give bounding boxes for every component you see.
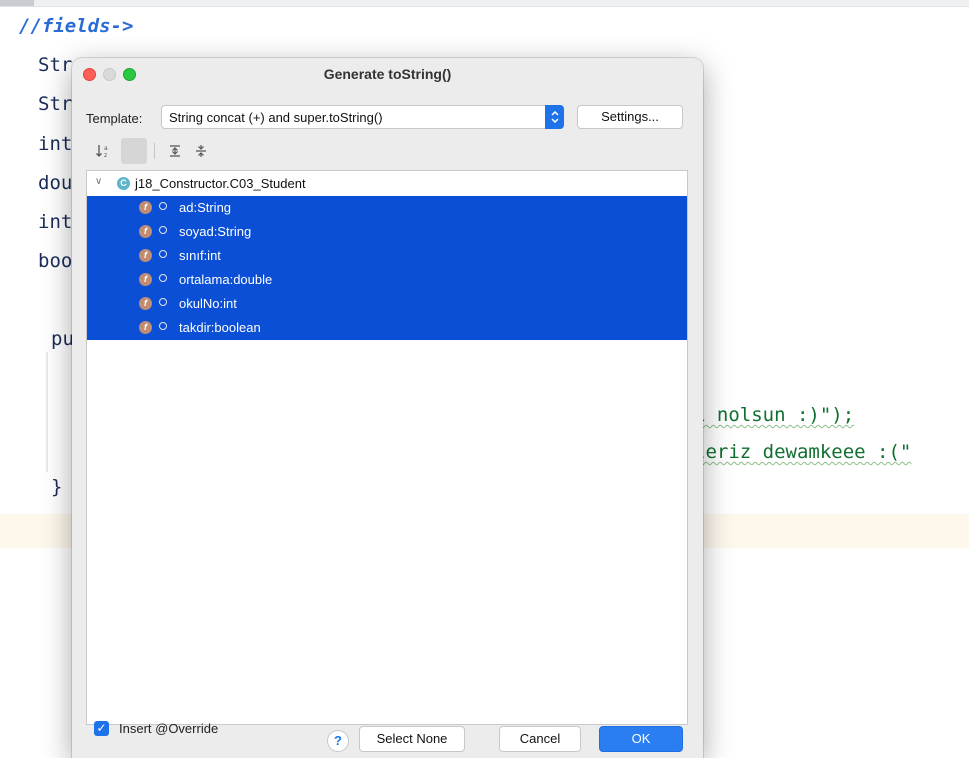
package-private-visibility-icon xyxy=(159,274,167,282)
field-icon: f xyxy=(139,201,152,214)
insert-override-label: Insert @Override xyxy=(119,721,219,736)
code-line-5: int xyxy=(38,211,73,233)
generate-tostring-dialog: Generate toString() Template: String con… xyxy=(72,58,703,758)
collapse-all-icon[interactable] xyxy=(188,138,214,164)
tree-field-row[interactable]: f takdir:boolean xyxy=(87,316,687,340)
dialog-titlebar[interactable]: Generate toString() xyxy=(72,58,703,90)
field-icon: f xyxy=(139,297,152,310)
field-label: okulNo:int xyxy=(179,296,237,311)
code-line-8: } xyxy=(51,476,63,498)
tree-field-row[interactable]: f ortalama:double xyxy=(87,268,687,292)
field-label: ad:String xyxy=(179,200,232,215)
field-icon: f xyxy=(139,273,152,286)
template-label: Template: xyxy=(86,111,143,126)
tree-class-node[interactable]: ∨ C j18_Constructor.C03_Student xyxy=(87,172,687,196)
insert-override-checkbox[interactable]: ✓ xyxy=(94,721,109,736)
package-private-visibility-icon xyxy=(159,298,167,306)
code-line-3: int xyxy=(38,133,73,155)
field-label: sınıf:int xyxy=(179,248,221,263)
chevron-down-icon[interactable]: ∨ xyxy=(95,176,102,187)
editor-tab-marker xyxy=(0,0,34,6)
template-dropdown-value: String concat (+) and super.toString() xyxy=(169,110,383,125)
package-private-visibility-icon xyxy=(159,322,167,330)
members-tree[interactable]: ∨ C j18_Constructor.C03_Student f ad:Stri… xyxy=(86,170,688,725)
sort-alphabetically-icon[interactable]: az xyxy=(90,138,116,164)
package-private-visibility-icon xyxy=(159,250,167,258)
dialog-title: Generate toString() xyxy=(323,66,452,82)
indent-guide xyxy=(46,352,48,472)
show-classes-icon[interactable] xyxy=(121,138,147,164)
cancel-button[interactable]: Cancel xyxy=(499,726,581,752)
code-string-1: ı nolsun :)"); xyxy=(694,404,855,426)
package-private-visibility-icon xyxy=(159,202,167,210)
select-none-button[interactable]: Select None xyxy=(359,726,465,752)
editor-tab-bar xyxy=(0,0,969,7)
tree-field-row[interactable]: f ad:String xyxy=(87,196,687,220)
package-private-visibility-icon xyxy=(159,226,167,234)
template-dropdown[interactable]: String concat (+) and super.toString() xyxy=(161,105,564,129)
tree-field-row[interactable]: f soyad:String xyxy=(87,220,687,244)
field-label: soyad:String xyxy=(179,224,252,239)
tree-field-row[interactable]: f okulNo:int xyxy=(87,292,687,316)
code-line-6: boo xyxy=(38,250,73,272)
field-icon: f xyxy=(139,225,152,238)
code-line-comment: //fields-> xyxy=(19,15,134,37)
tree-toolbar: az xyxy=(86,138,286,164)
svg-text:a: a xyxy=(104,145,108,152)
code-line-4: dou xyxy=(38,172,73,194)
updown-chevron-icon[interactable] xyxy=(545,105,564,129)
code-string-2: leriz dewamkeee :(" xyxy=(694,441,912,463)
toolbar-separator xyxy=(154,143,155,159)
code-line-7: pu xyxy=(51,328,74,350)
ok-button[interactable]: OK xyxy=(599,726,683,752)
class-icon: C xyxy=(117,177,130,190)
code-line-2: Str xyxy=(38,93,73,115)
code-line-1: Str xyxy=(38,54,73,76)
tree-field-row[interactable]: f sınıf:int xyxy=(87,244,687,268)
field-label: takdir:boolean xyxy=(179,320,261,335)
expand-all-icon[interactable] xyxy=(162,138,188,164)
field-icon: f xyxy=(139,321,152,334)
settings-button[interactable]: Settings... xyxy=(577,105,683,129)
class-node-label: j18_Constructor.C03_Student xyxy=(135,176,306,191)
field-label: ortalama:double xyxy=(179,272,273,287)
field-icon: f xyxy=(139,249,152,262)
svg-text:z: z xyxy=(104,152,107,159)
